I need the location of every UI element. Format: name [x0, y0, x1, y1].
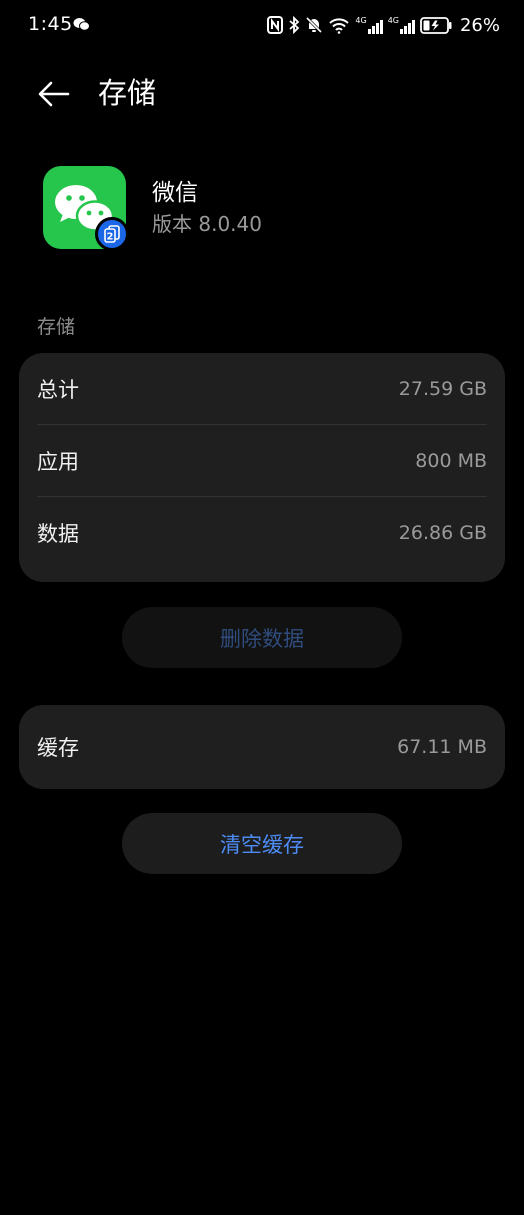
cache-label: 缓存 — [37, 736, 79, 760]
signal-sim1: 4G — [355, 16, 383, 34]
cache-value: 67.11 MB — [397, 736, 487, 758]
storage-row-label: 总计 — [37, 378, 79, 402]
twin-app-icon: 2 — [104, 225, 120, 243]
clear-cache-button[interactable]: 清空缓存 — [122, 813, 402, 874]
wechat-notification-icon — [73, 18, 90, 31]
delete-data-button[interactable]: 删除数据 — [122, 607, 402, 668]
network-type-1: 4G — [355, 16, 367, 25]
screen: 1:45 4G 4G 26% 存储 2 微信 版本 8.0.40 存储 总计 2… — [0, 0, 524, 1215]
storage-row-label: 应用 — [37, 450, 79, 474]
storage-row-data: 数据 26.86 GB — [19, 497, 505, 569]
cache-row: 缓存 67.11 MB — [19, 705, 505, 789]
storage-section-label: 存储 — [37, 316, 76, 338]
arrow-left-icon — [38, 81, 70, 107]
page-title: 存储 — [98, 76, 157, 110]
storage-card: 总计 27.59 GB 应用 800 MB 数据 26.86 GB — [19, 353, 505, 582]
storage-row-app: 应用 800 MB — [19, 425, 505, 497]
battery-percentage: 26% — [459, 14, 500, 36]
back-button[interactable] — [32, 72, 76, 116]
app-twin-badge: 2 — [95, 217, 129, 251]
app-version: 版本 8.0.40 — [152, 212, 262, 236]
status-icons: 4G 4G 26% — [267, 12, 500, 38]
cache-card: 缓存 67.11 MB — [19, 705, 505, 789]
storage-row-value: 27.59 GB — [398, 378, 487, 400]
status-bar: 1:45 4G 4G 26% — [0, 0, 524, 50]
wifi-icon — [329, 18, 350, 34]
storage-row-value: 800 MB — [415, 450, 487, 472]
signal-sim2: 4G — [388, 16, 415, 34]
network-type-2: 4G — [387, 16, 399, 25]
bluetooth-icon — [289, 16, 300, 34]
mute-bell-icon — [306, 16, 323, 34]
battery-icon — [420, 16, 452, 34]
twin-badge-number: 2 — [107, 232, 114, 243]
storage-row-total: 总计 27.59 GB — [19, 353, 505, 425]
storage-row-value: 26.86 GB — [398, 522, 487, 544]
nfc-icon — [267, 16, 284, 34]
app-name: 微信 — [152, 180, 198, 206]
status-time: 1:45 — [28, 13, 73, 35]
storage-row-label: 数据 — [37, 522, 79, 546]
